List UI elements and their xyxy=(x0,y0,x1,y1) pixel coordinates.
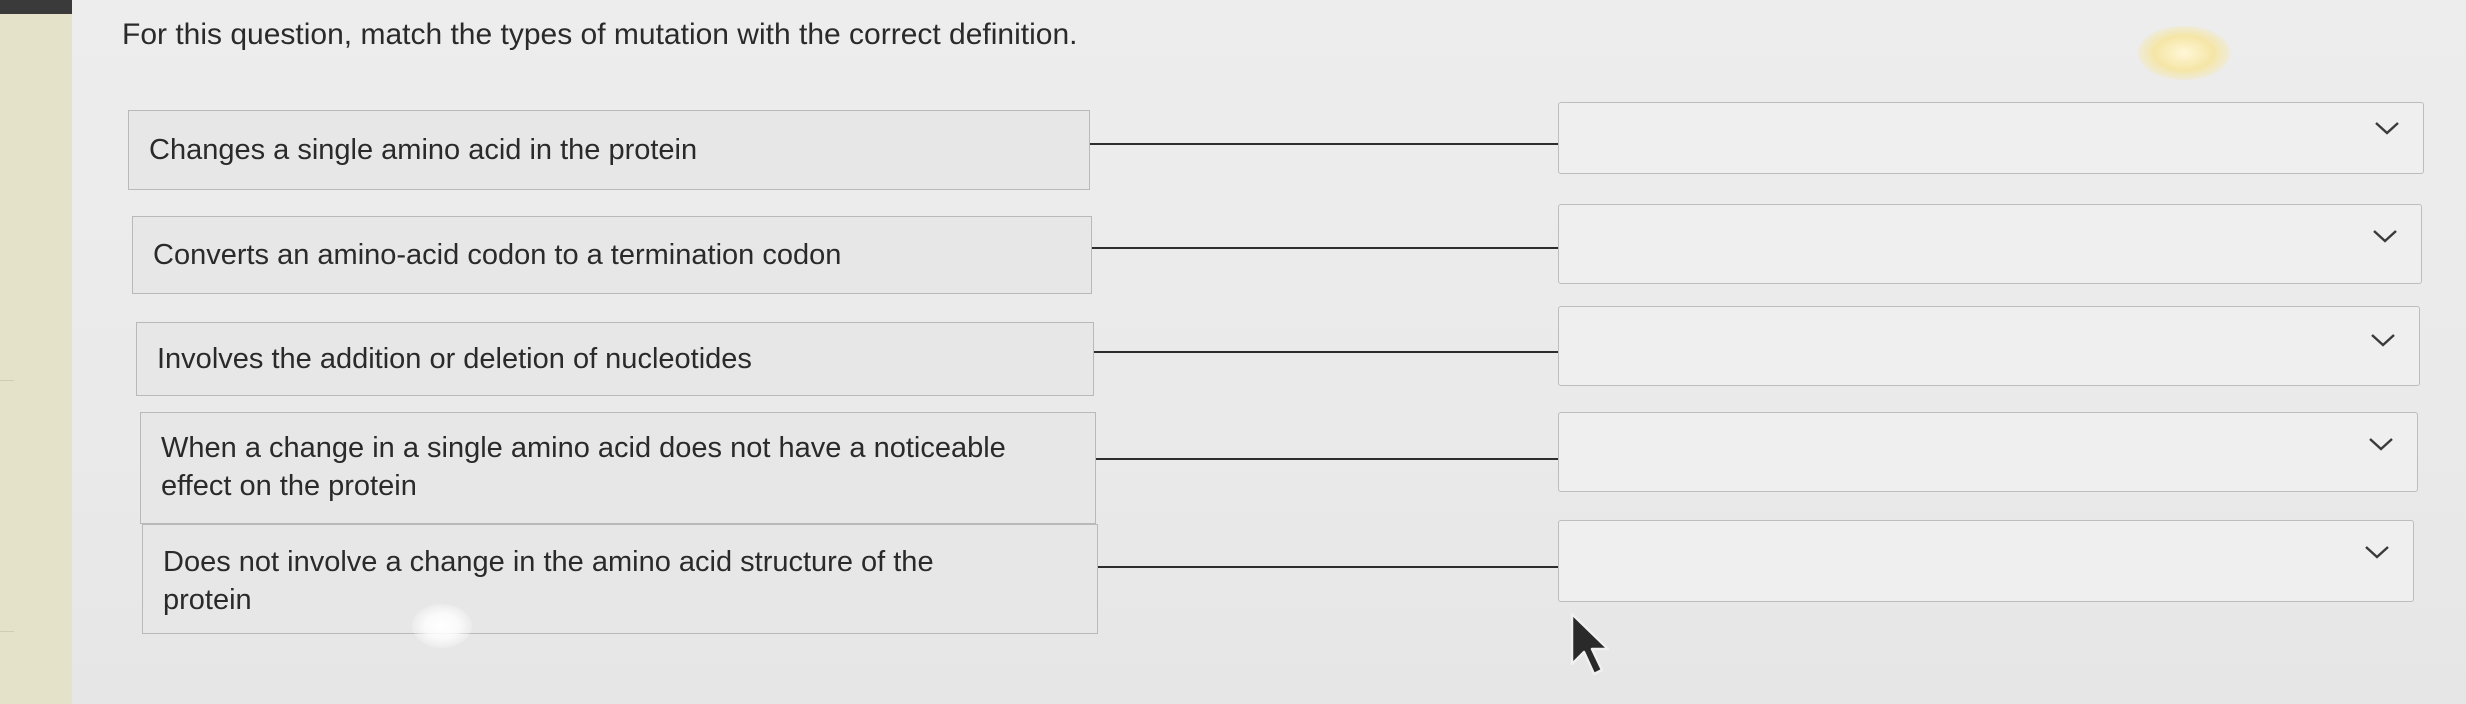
left-edge-strip xyxy=(0,0,72,704)
chevron-down-icon xyxy=(2373,230,2397,243)
connector-line-5 xyxy=(1098,566,1558,568)
match-dropdown-1[interactable] xyxy=(1558,102,2424,174)
chevron-down-icon xyxy=(2375,122,2399,135)
definition-label-4: When a change in a single amino acid doe… xyxy=(140,412,1096,524)
mouse-pointer-icon xyxy=(1570,612,1610,676)
definition-label-5: Does not involve a change in the amino a… xyxy=(142,524,1098,634)
connector-line-3 xyxy=(1094,351,1558,353)
match-dropdown-4[interactable] xyxy=(1558,412,2418,492)
chevron-down-icon xyxy=(2371,334,2395,347)
match-dropdown-3[interactable] xyxy=(1558,306,2420,386)
question-text: For this question, match the types of mu… xyxy=(122,18,1078,51)
left-edge-tab xyxy=(0,0,72,14)
match-dropdown-5[interactable] xyxy=(1558,520,2414,602)
connector-line-2 xyxy=(1092,247,1558,249)
chevron-down-icon xyxy=(2365,546,2389,559)
match-dropdown-2[interactable] xyxy=(1558,204,2422,284)
screen-glare xyxy=(2138,26,2230,80)
chevron-down-icon xyxy=(2369,438,2393,451)
definition-label-1: Changes a single amino acid in the prote… xyxy=(128,110,1090,190)
definition-label-3: Involves the addition or deletion of nuc… xyxy=(136,322,1094,396)
connector-line-1 xyxy=(1090,143,1558,145)
left-edge-lines xyxy=(0,380,14,632)
definition-label-2: Converts an amino-acid codon to a termin… xyxy=(132,216,1092,294)
screen-glare-2 xyxy=(412,604,472,648)
connector-line-4 xyxy=(1096,458,1558,460)
